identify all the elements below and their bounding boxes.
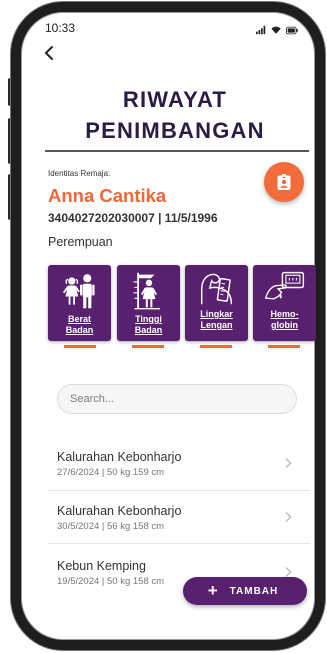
tile-label-line: Tinggi	[135, 314, 162, 324]
record-subtitle: 30/5/2024 | 56 kg 158 cm	[57, 521, 165, 532]
record-title[interactable]: Kalurahan Kebonharjo	[57, 450, 181, 464]
tile-label-line: Berat	[67, 314, 91, 324]
tile-label: Lingkar Lengan	[185, 309, 248, 331]
battery-icon	[286, 26, 299, 34]
tile-indicator	[268, 345, 300, 348]
page-title: RIWAYAT PENIMBANGAN	[40, 84, 310, 146]
chevron-right-icon[interactable]	[284, 511, 292, 523]
status-icons	[256, 24, 299, 36]
chevron-left-icon[interactable]	[42, 45, 56, 61]
record-subtitle: 27/6/2024 | 50 kg 159 cm	[57, 467, 165, 478]
tile-indicator	[200, 345, 232, 348]
identity-label: Identitas Remaja:	[48, 169, 111, 178]
tile-label: Hemo- globin	[253, 309, 316, 331]
add-record-button[interactable]: + TAMBAH	[183, 577, 307, 605]
hemoglobin-meter-icon	[264, 271, 304, 300]
status-time: 10:33	[45, 21, 76, 35]
profile-name: Anna Cantika	[48, 185, 167, 206]
wifi-icon	[271, 26, 281, 34]
list-divider	[48, 490, 310, 491]
tile-label-line: Lengan	[200, 320, 233, 330]
app-screen: 10:33 RIWAYAT PENIMBANGAN Identitas Rema…	[0, 0, 327, 653]
record-title[interactable]: Kebun Kemping	[57, 559, 146, 573]
height-measure-icon	[133, 272, 160, 310]
tile-label-line: Badan	[134, 325, 163, 335]
tile-label: Berat Badan	[48, 314, 111, 336]
profile-id-birthdate: 3404027202030007 | 11/5/1996	[48, 211, 218, 225]
tile-berat-badan[interactable]: Berat Badan	[48, 265, 111, 341]
tile-indicator	[64, 345, 96, 348]
arm-circumference-icon	[200, 273, 232, 305]
page-title-line-2: PENIMBANGAN	[85, 118, 265, 143]
title-divider	[45, 150, 309, 152]
tile-tinggi-badan[interactable]: Tinggi Badan	[117, 265, 180, 341]
tile-label-line: globin	[271, 320, 298, 330]
tile-label-line: Hemo-	[270, 309, 299, 319]
profile-card-button[interactable]	[264, 162, 304, 202]
search-input[interactable]	[57, 384, 297, 414]
tile-label-line: Lingkar	[200, 309, 233, 319]
plus-icon: +	[207, 581, 218, 600]
record-subtitle: 19/5/2024 | 50 kg 158 cm	[57, 576, 165, 587]
page-title-line-1: RIWAYAT	[122, 87, 228, 112]
tile-label-line: Badan	[65, 325, 94, 335]
profile-gender: Perempuan	[48, 235, 113, 249]
tile-lingkar-lengan[interactable]: Lingkar Lengan	[185, 265, 248, 341]
id-badge-icon	[277, 173, 291, 190]
chevron-right-icon[interactable]	[284, 457, 292, 469]
tile-hemoglobin[interactable]: Hemo- globin	[253, 265, 316, 341]
add-record-label: TAMBAH	[229, 585, 279, 597]
tile-label: Tinggi Badan	[117, 314, 180, 336]
record-title[interactable]: Kalurahan Kebonharjo	[57, 504, 181, 518]
signal-icon	[256, 25, 266, 35]
weight-scale-icon	[62, 274, 95, 309]
tile-indicator	[132, 345, 164, 348]
list-divider	[48, 543, 310, 544]
